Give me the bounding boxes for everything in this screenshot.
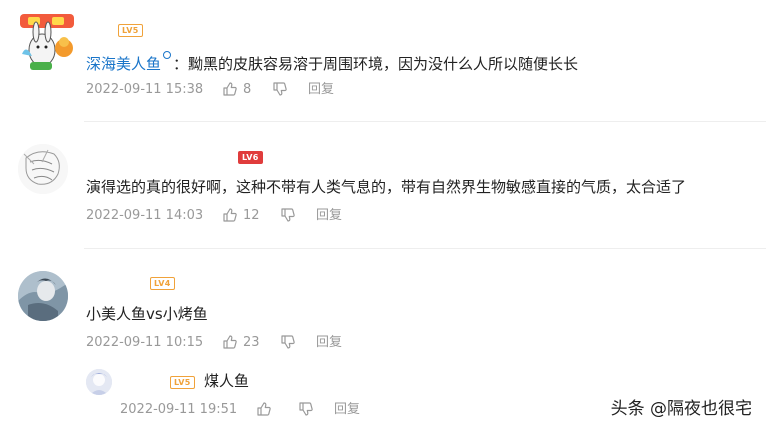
comment-2: LV6 演得选的真的很好啊，这种不带有人类气息的，带有自然界生物敏感直接的气质，… — [0, 122, 766, 247]
thumbs-up-icon — [223, 335, 237, 349]
thumbs-down-icon[interactable] — [280, 207, 296, 223]
avatar[interactable] — [18, 144, 68, 194]
thumbs-up-icon[interactable] — [256, 401, 272, 417]
thumbs-down-icon[interactable] — [272, 81, 288, 97]
avatar-image-icon — [16, 14, 78, 76]
thumbs-down-icon[interactable] — [280, 334, 296, 350]
thumbs-up-icon — [223, 208, 237, 222]
timestamp: 2022-09-11 14:03 — [86, 208, 204, 223]
thumbs-down-icon[interactable] — [298, 401, 314, 417]
reply-button[interactable]: 回复 — [334, 402, 360, 418]
comment-text: 小美人鱼vs小烤鱼 — [86, 305, 208, 323]
comment-meta: 2022-09-11 10:15 23 回复 — [86, 335, 486, 351]
level-badge: LV6 — [238, 151, 263, 164]
timestamp: 2022-09-11 10:15 — [86, 335, 204, 350]
like-count: 23 — [243, 335, 260, 350]
comment-text-line: 深海美人鱼 ：黝黑的皮肤容易溶于周围环境，因为没什么人所以随便长长 — [86, 51, 578, 74]
watermark: 头条 @隔夜也很宅 — [610, 399, 752, 419]
avatar[interactable] — [16, 14, 78, 76]
avatar-image-icon — [86, 369, 112, 395]
avatar-image-icon — [18, 271, 68, 321]
reply-text: 煤人鱼 — [204, 372, 250, 390]
thumbs-up-icon — [223, 82, 237, 96]
reply-meta: 2022-09-11 19:51 回复 — [120, 402, 480, 418]
like-count: 8 — [243, 82, 252, 97]
timestamp: 2022-09-11 19:51 — [120, 402, 238, 417]
like-button[interactable]: 8 — [222, 82, 262, 98]
reply-button[interactable]: 回复 — [316, 208, 342, 224]
reply-button[interactable]: 回复 — [308, 82, 334, 98]
like-count: 12 — [243, 208, 260, 223]
like-button[interactable]: 12 — [222, 208, 268, 224]
timestamp: 2022-09-11 15:38 — [86, 82, 204, 97]
like-button[interactable]: 23 — [222, 335, 268, 351]
comment-meta: 2022-09-11 15:38 8 回复 — [86, 82, 486, 98]
comment-meta: 2022-09-11 14:03 12 回复 — [86, 208, 486, 224]
avatar[interactable] — [18, 271, 68, 321]
comment-text: 演得选的真的很好啊，这种不带有人类气息的，带有自然界生物敏感直接的气质，太合适了 — [86, 178, 687, 196]
level-badge: LV5 — [118, 24, 143, 37]
level-badge: LV5 — [170, 376, 195, 389]
separator: ： — [173, 55, 189, 73]
comment-text: 黝黑的皮肤容易溶于周围环境，因为没什么人所以随便长长 — [188, 55, 579, 73]
avatar[interactable] — [86, 369, 112, 395]
avatar-image-icon — [18, 144, 68, 194]
level-badge: LV4 — [150, 277, 175, 290]
user-nickname[interactable]: 深海美人鱼 — [86, 55, 161, 73]
reply-button[interactable]: 回复 — [316, 335, 342, 351]
vip-icon — [163, 51, 172, 59]
comment-1: LV5 深海美人鱼 ：黝黑的皮肤容易溶于周围环境，因为没什么人所以随便长长 202… — [0, 0, 766, 120]
